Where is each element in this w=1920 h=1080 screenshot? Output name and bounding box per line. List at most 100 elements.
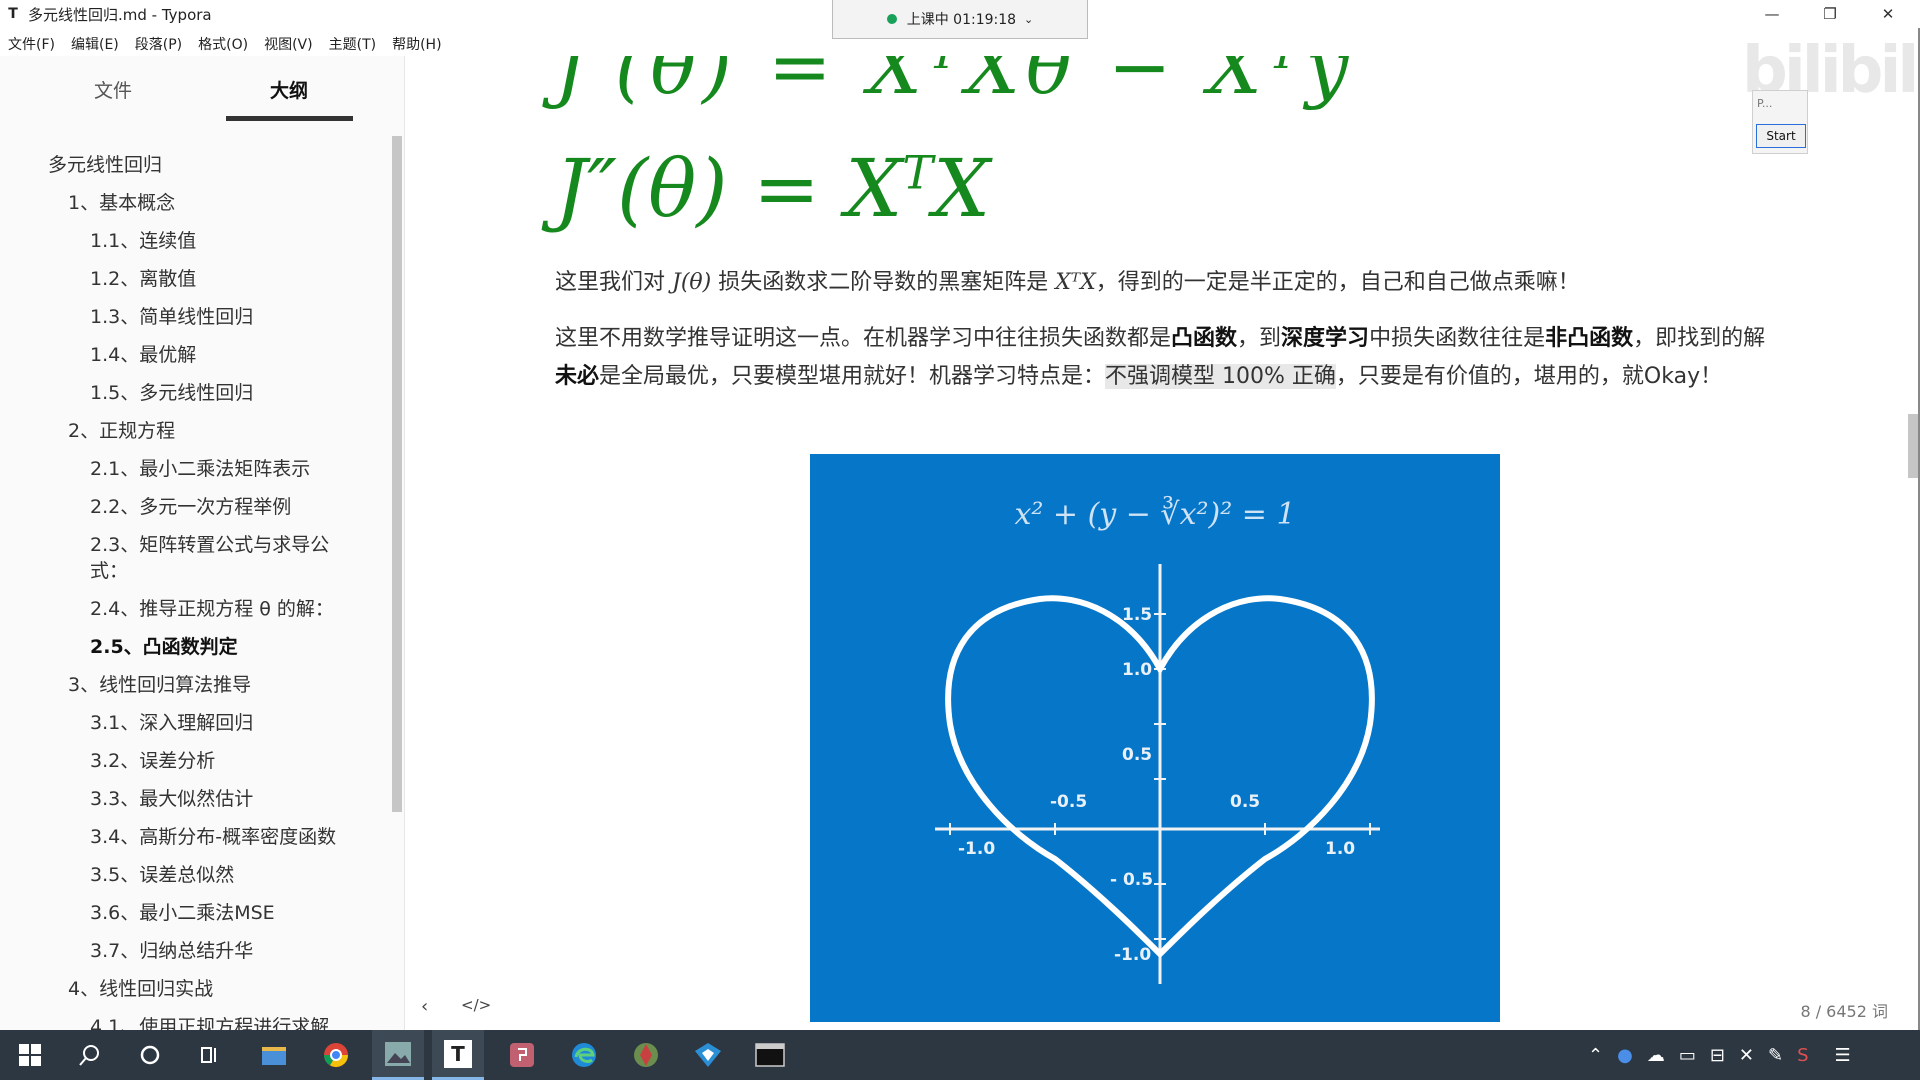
heart-plot: x² + (y − ∛x²)² = 1 -1.0 -0.5 0.5 1.0 1.… — [935, 495, 1380, 984]
outline-item[interactable]: 1.3、简单线性回归 — [0, 304, 360, 330]
outline-item[interactable]: 3.2、误差分析 — [0, 748, 360, 774]
inline-math: J(θ) — [672, 270, 712, 295]
eq2-lhs: J″(θ) = X — [555, 142, 903, 235]
outline-item[interactable]: 1、基本概念 — [0, 190, 390, 216]
eq2-rhs: X — [933, 142, 991, 235]
paragraph-convex: 这里不用数学推导证明这一点。在机器学习中往往损失函数都是凸函数，到深度学习中损失… — [555, 320, 1775, 396]
paragraph-hessian: 这里我们对 J(θ) 损失函数求二阶导数的黑塞矩阵是 XᵀX，得到的一定是半正定… — [555, 264, 1775, 302]
tick-y-05: 0.5 — [1122, 745, 1152, 765]
menu-help[interactable]: 帮助(H) — [384, 30, 449, 54]
app-icon[interactable] — [496, 1030, 548, 1080]
search-icon[interactable] — [64, 1030, 116, 1080]
equation-second-derivative: J″(θ) = XTX — [555, 142, 990, 235]
start-button[interactable]: Start — [1756, 124, 1806, 148]
tick-x-neg05: -0.5 — [1050, 792, 1087, 812]
outline-item[interactable]: 3.7、归纳总结升华 — [0, 938, 360, 964]
chrome-icon[interactable] — [310, 1030, 362, 1080]
outline-item[interactable]: 3.5、误差总似然 — [0, 862, 360, 888]
outline-item-active[interactable]: 2.5、凸函数判定 — [0, 634, 360, 660]
volume-mute-icon[interactable]: ✕ — [1739, 1045, 1754, 1066]
outline-item[interactable]: 3、线性回归算法推导 — [0, 672, 390, 698]
typora-taskbar-icon[interactable]: T — [432, 1030, 484, 1080]
outline-item[interactable]: 3.3、最大似然估计 — [0, 786, 360, 812]
file-explorer-icon[interactable] — [248, 1030, 300, 1080]
pinned-app2-icon — [634, 1043, 658, 1067]
menu-file[interactable]: 文件(F) — [0, 30, 63, 54]
close-button[interactable]: ✕ — [1860, 0, 1916, 28]
tick-x-neg1: -1.0 — [958, 839, 995, 859]
terminal-window-icon — [755, 1043, 785, 1067]
outline-item[interactable]: 多元线性回归 — [0, 152, 390, 178]
outline-item[interactable]: 1.2、离散值 — [0, 266, 360, 292]
minimize-button[interactable]: — — [1744, 0, 1800, 28]
outline-item[interactable]: 2、正规方程 — [0, 418, 390, 444]
text-run: 中损失函数往往是 — [1369, 326, 1546, 351]
windows-start-icon[interactable] — [4, 1030, 56, 1080]
eq2-sup: T — [902, 145, 934, 200]
outline-item[interactable]: 2.1、最小二乘法矩阵表示 — [0, 456, 360, 482]
editor-pane[interactable]: J′(θ) = XᵀXθ − Xᵀy J″(θ) = XTX 这里我们对 J(θ… — [405, 56, 1900, 1030]
task-view-icon[interactable] — [184, 1030, 236, 1080]
word-count[interactable]: 8 / 6452 词 — [1800, 998, 1888, 1022]
sidebar-scrollbar[interactable] — [392, 136, 402, 812]
outline-item[interactable]: 3.1、深入理解回归 — [0, 710, 360, 736]
menu-bar: 文件(F) 编辑(E) 段落(P) 格式(O) 视图(V) 主题(T) 帮助(H… — [0, 30, 450, 54]
status-bar: ‹ </> 8 / 6452 词 — [405, 990, 1900, 1030]
tab-outline[interactable]: 大纲 — [226, 76, 352, 103]
outline-item[interactable]: 1.4、最优解 — [0, 342, 360, 368]
restore-button[interactable]: ❐ — [1802, 0, 1858, 28]
typora-app-icon: T — [8, 6, 18, 22]
source-code-icon[interactable]: </> — [461, 996, 491, 1014]
text-run: 这里不用数学推导证明这一点。在机器学习中往往损失函数都是 — [555, 326, 1172, 351]
menu-theme[interactable]: 主题(T) — [321, 30, 384, 54]
chevron-down-icon[interactable]: ⌄ — [1024, 13, 1033, 26]
outline-item[interactable]: 1.1、连续值 — [0, 228, 360, 254]
picture-icon — [385, 1041, 411, 1066]
menu-view[interactable]: 视图(V) — [256, 30, 321, 54]
sogou-ime-icon[interactable]: S — [1797, 1045, 1808, 1066]
menu-edit[interactable]: 编辑(E) — [63, 30, 127, 54]
folder-icon — [262, 1047, 286, 1065]
cloud-icon[interactable]: ☁ — [1647, 1045, 1665, 1066]
notification-icon[interactable]: ☰ — [1835, 1045, 1851, 1066]
tab-files[interactable]: 文件 — [50, 76, 176, 103]
outline-item[interactable]: 3.4、高斯分布-概率密度函数 — [0, 824, 360, 850]
outline-item[interactable]: 3.6、最小二乘法MSE — [0, 900, 360, 926]
tray-app-icon[interactable]: ● — [1617, 1045, 1633, 1066]
text-run: ，即找到的解 — [1633, 326, 1766, 351]
editor-scrollbar[interactable] — [1908, 414, 1918, 478]
app3-icon[interactable] — [682, 1030, 734, 1080]
text-run: ，只要是有价值的，堪用的，就Okay！ — [1335, 364, 1723, 389]
sidebar: 文件 大纲 多元线性回归 1、基本概念 1.1、连续值 1.2、离散值 1.3、… — [0, 56, 405, 1030]
cortana-icon[interactable] — [124, 1030, 176, 1080]
outline-item[interactable]: 4.1、使用正规方程进行求解 — [0, 1014, 360, 1030]
outline-item[interactable]: 2.2、多元一次方程举例 — [0, 494, 360, 520]
network-icon[interactable]: ⊟ — [1710, 1045, 1725, 1066]
windows-logo-icon — [19, 1044, 41, 1066]
battery-icon[interactable]: ▭ — [1679, 1045, 1696, 1066]
system-tray: ⌃ ● ☁ ▭ ⊟ ✕ ✎ S ☰ — [1588, 1030, 1851, 1080]
tick-y-neg05: - 0.5 — [1110, 870, 1153, 890]
terminal-icon[interactable] — [744, 1030, 796, 1080]
bold-text: 凸函数 — [1171, 326, 1238, 351]
menu-paragraph[interactable]: 段落(P) — [127, 30, 190, 54]
heart-curve-image: x² + (y − ∛x²)² = 1 -1.0 -0.5 0.5 1.0 1.… — [810, 454, 1500, 1022]
outline-item[interactable]: 1.5、多元线性回归 — [0, 380, 360, 406]
active-tab-indicator — [226, 116, 353, 121]
pen-icon[interactable]: ✎ — [1768, 1045, 1783, 1066]
pinned-app3-icon — [695, 1043, 721, 1067]
highlighted-text: 不强调模型 100% 正确 — [1105, 364, 1336, 389]
class-timer[interactable]: 上课中 01:19:18 ⌄ — [832, 0, 1088, 39]
heart-formula: x² + (y − ∛x²)² = 1 — [1014, 495, 1295, 532]
tray-expand-icon[interactable]: ⌃ — [1588, 1045, 1603, 1066]
menu-format[interactable]: 格式(O) — [190, 30, 256, 54]
text-run: 损失函数求二阶导数的黑塞矩阵是 — [711, 270, 1056, 295]
bold-text: 深度学习 — [1281, 326, 1370, 351]
image-viewer-icon[interactable] — [372, 1030, 424, 1080]
outline-item[interactable]: 2.3、矩阵转置公式与求导公式： — [0, 532, 360, 584]
outline-item[interactable]: 2.4、推导正规方程 θ 的解： — [0, 596, 360, 622]
outline-item[interactable]: 4、线性回归实战 — [0, 976, 390, 1002]
app2-icon[interactable] — [620, 1030, 672, 1080]
back-icon[interactable]: ‹ — [421, 996, 428, 1017]
edge-icon[interactable] — [558, 1030, 610, 1080]
